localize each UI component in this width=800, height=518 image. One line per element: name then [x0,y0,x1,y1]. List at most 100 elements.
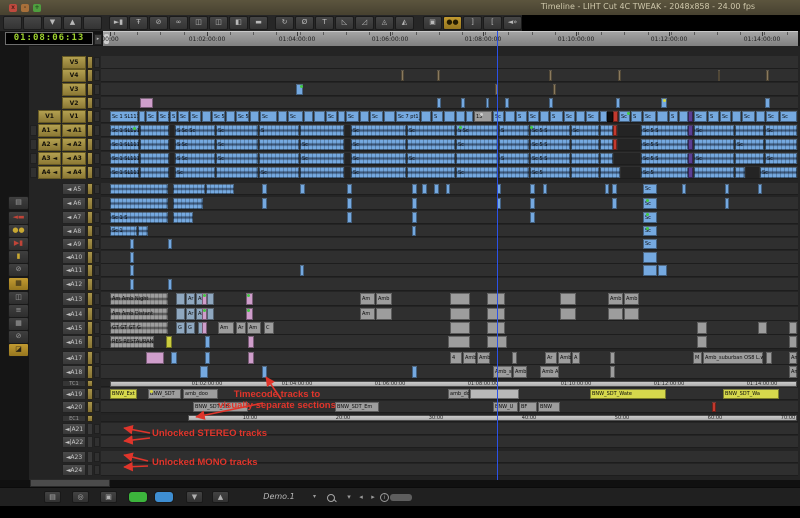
solo-mute-column-A8[interactable] [94,226,100,236]
timeline-clip-V1[interactable]: Sc [178,111,189,122]
timeline-clip-A4[interactable] [621,167,640,178]
timeline-clip-A3[interactable]: Sc [351,153,406,164]
timeline-clip-V1[interactable] [304,111,313,122]
timeline-clip-V4[interactable] [618,70,621,81]
fast-menu-down-button[interactable]: ▼ [43,16,62,30]
timeline-clip-A5[interactable] [530,184,535,194]
trim-right-button[interactable]: ◿ [355,16,374,30]
timeline-clip-V1[interactable] [688,111,693,122]
timeline-clip-A16[interactable]: RES RESTAURAN [110,336,154,348]
record-track-button-A22[interactable]: ◄|A22 [62,436,86,448]
timeline-clip-A2[interactable] [407,139,455,150]
timeline-clip-A3[interactable]: Sc [407,153,455,164]
timeline-clip-A18[interactable]: Amb_sc [493,366,512,378]
timeline-clip-A16[interactable] [248,336,254,348]
horizontal-scrollbar-thumb[interactable] [390,494,412,501]
solo-mute-column-A24[interactable] [94,465,100,475]
trim-mode-button[interactable]: Ŧ [129,16,148,30]
timeline-clip-A17[interactable] [146,352,164,364]
timeline-clip-A2[interactable] [259,139,299,150]
source-track-button-V1[interactable]: V1 [38,110,61,123]
view-selector-caret[interactable]: ▾ [313,491,321,503]
record-track-button-A4[interactable]: ◄ A4 [62,166,86,179]
timeline-clip-V2[interactable] [461,98,465,108]
timeline-clip-A3[interactable]: Sc [216,153,258,164]
timeline-clip-A14[interactable] [450,308,470,320]
timeline-view-selector[interactable]: Demo.1 [248,491,310,503]
timeline-clip-V1[interactable]: Sc [564,111,575,122]
timeline-clip-A3[interactable]: S [499,153,529,164]
timeline-clip-A4[interactable] [735,167,745,178]
record-track-button-A10[interactable]: ◄A10 [62,251,86,264]
solo-mute-column-A16[interactable] [94,336,100,348]
record-track-button-TC1[interactable]: TC1 [62,380,86,387]
timeline-clip-V1[interactable]: Sc 1 SL111/8 [110,111,138,122]
timeline-clip-V1[interactable] [338,111,345,122]
timeline-clip-A13[interactable] [450,293,470,305]
solo-mute-column-V4[interactable] [94,70,100,81]
timeline-clip-A1[interactable]: Sc 5 S [641,125,688,136]
timeline-clip-A3[interactable] [140,153,169,164]
zoom-button[interactable]: + [33,4,41,12]
timeline-clip-A14[interactable]: Am [360,308,375,320]
timeline-clip-A15[interactable] [487,322,505,334]
minimize-button[interactable]: - [21,4,29,12]
record-track-button-V2[interactable]: V2 [62,97,86,109]
timeline-clip-A18[interactable] [200,366,208,378]
timeline-clip-V4[interactable] [766,70,769,81]
track-tool-column-A8[interactable] [87,225,93,237]
solo-mute-column-A23[interactable] [94,452,100,462]
track-tool-column-V1[interactable] [87,110,93,123]
timeline-clip-V1[interactable]: Sc [260,111,277,122]
track-tool-column-A19[interactable] [87,388,93,400]
timeline-clip-V1[interactable]: S [170,111,177,122]
record-track-button-A17[interactable]: ◄A17 [62,351,86,365]
timeline-clip-A4[interactable] [499,167,529,178]
timeline-clip-V1[interactable]: Sc 1 [158,111,169,122]
timeline-clip-A15[interactable]: GT GT GT G [110,322,168,334]
timeline-clip-A15[interactable] [450,322,470,334]
timeline-clip-A17[interactable] [205,352,210,364]
step-backward-button[interactable]: ◬ [375,16,394,30]
timeline-clip-V1[interactable] [505,111,515,122]
timeline-clip-V2[interactable] [549,98,553,108]
quad-display-button[interactable]: ◧ [229,16,248,30]
timeline-clip-A4[interactable] [571,167,599,178]
timeline-clip-A1[interactable]: S Sc Sc [175,125,215,136]
timeline-clip-A3[interactable] [571,153,599,164]
timeline-clip-A7[interactable] [347,212,352,223]
timeline-ruler[interactable]: 00:0001:02:00:0001:04:00:0001:06:00:0001… [103,31,798,47]
timeline-clip-V1[interactable]: Sc [326,111,337,122]
timeline-clip-A2[interactable]: Sc 5 S [530,139,570,150]
timeline-clip-V1[interactable]: Sc [190,111,201,122]
timeline-clip-A6[interactable] [347,198,352,209]
timeline-clip-A13[interactable]: Amb [608,293,623,305]
timeline-clip-A1[interactable]: Sc [407,125,455,136]
timeline-clip-A1[interactable] [600,125,613,136]
solo-mute-column-A2[interactable] [94,139,100,150]
timeline-clip-V1[interactable]: Sc [346,111,359,122]
timeline-clip-V1[interactable] [444,111,455,122]
timeline-clip-V1[interactable]: Sc [370,111,383,122]
focus-button[interactable]: ◎ [72,491,89,503]
timeline-clip-A8[interactable]: Sc 1 [110,226,137,236]
timeline-clip-A3[interactable]: Sc [300,153,344,164]
timeline-clip-A4[interactable] [688,167,693,178]
record-track-button-A16[interactable]: ◄A16 [62,335,86,349]
timeline-clip-A14[interactable] [207,308,214,320]
timeline-clip-V4[interactable] [401,70,404,81]
record-track-button-V3[interactable]: V3 [62,83,86,96]
timeline-clip-V1[interactable]: S [708,111,719,122]
timeline-clip-A16[interactable] [697,336,707,348]
timeline-clip-A2[interactable]: Sc 5 S [641,139,688,150]
timeline-clip-A2[interactable] [618,139,640,150]
timeline-clip-A4[interactable] [694,167,734,178]
timeline-clip-A14[interactable]: Ar [186,308,195,320]
timeline-clip-A1[interactable] [735,125,764,136]
grid-view-2-icon[interactable]: ▦ [8,317,29,331]
solo-mute-column-A3[interactable] [94,153,100,164]
solo-mute-column-A4[interactable] [94,167,100,178]
timeline-clip-A1[interactable] [618,125,640,136]
track-tool-column-A3[interactable] [87,152,93,165]
timeline-clip-A2[interactable]: Sc [456,139,498,150]
